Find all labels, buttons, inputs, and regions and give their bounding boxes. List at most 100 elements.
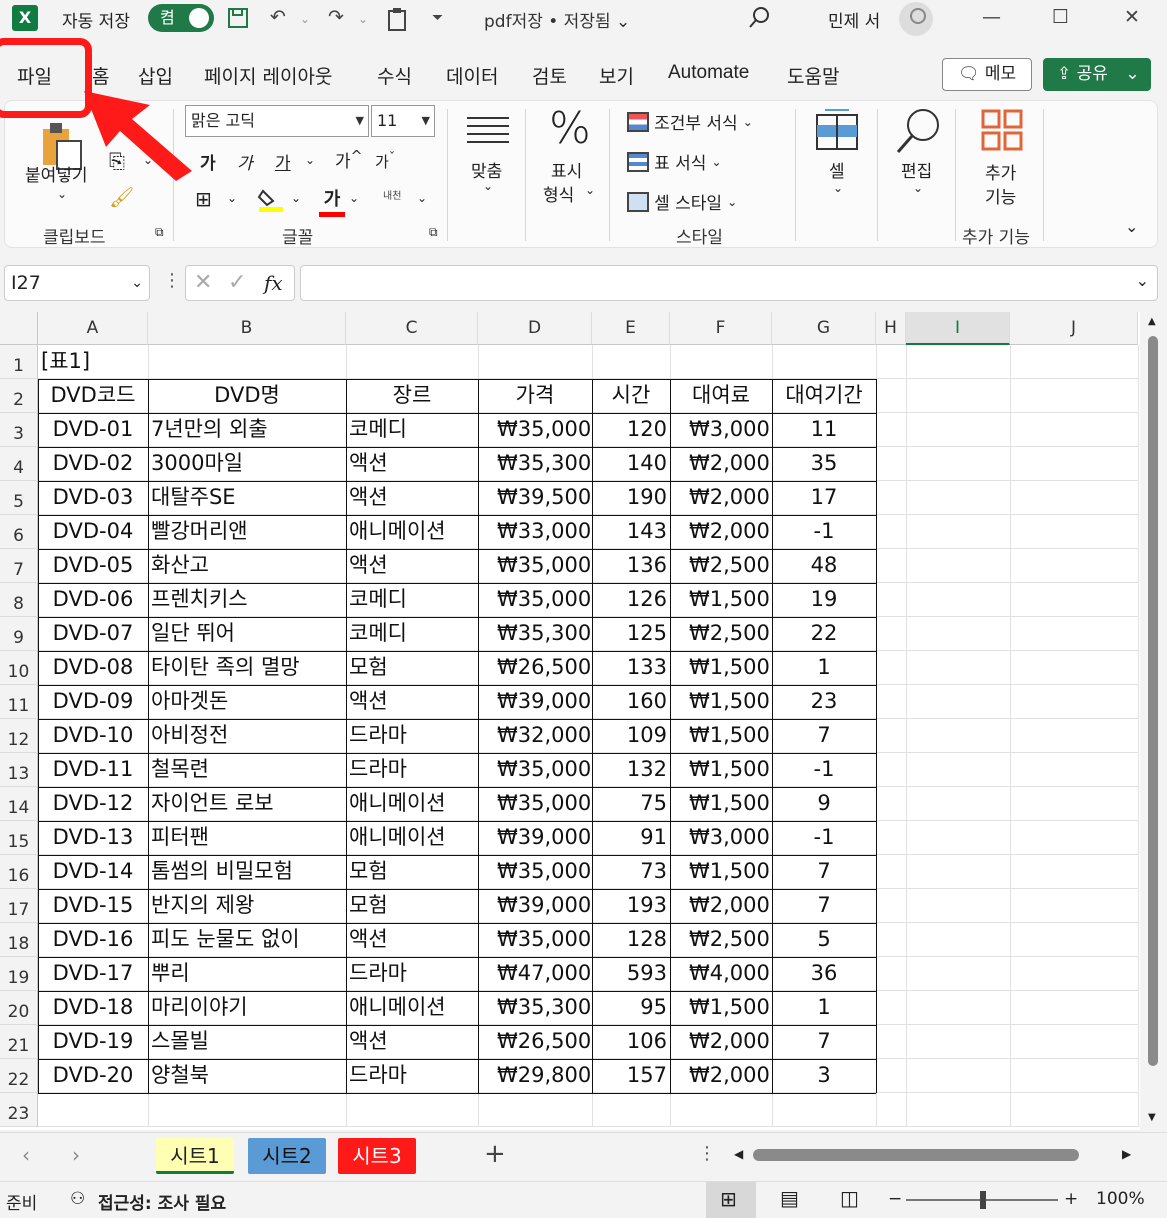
- cell-dvd-name[interactable]: 스몰빌: [148, 1025, 346, 1059]
- format-as-table-button[interactable]: 표 서식 ⌄: [627, 149, 722, 174]
- cell-price[interactable]: ₩35,000: [478, 787, 592, 821]
- cell-genre[interactable]: 액션: [346, 549, 478, 583]
- row-header-17[interactable]: 17: [0, 889, 38, 923]
- fill-color-dropdown-icon[interactable]: ⌄: [291, 191, 301, 205]
- cell-fee[interactable]: ₩1,500: [670, 719, 772, 753]
- table-header-cell[interactable]: 장르: [346, 379, 478, 413]
- cell-dvd-name[interactable]: 7년만의 외출: [148, 413, 346, 447]
- cell-dvd-name[interactable]: 아비정전: [148, 719, 346, 753]
- cell-dvd-name[interactable]: 아마겟돈: [148, 685, 346, 719]
- cell-genre[interactable]: 애니메이션: [346, 787, 478, 821]
- cell-time[interactable]: 120: [592, 413, 670, 447]
- cell-genre[interactable]: 애니메이션: [346, 821, 478, 855]
- cell-fee[interactable]: ₩2,000: [670, 1059, 772, 1093]
- cell-dvd-code[interactable]: DVD-11: [38, 753, 148, 787]
- cell-price[interactable]: ₩35,000: [478, 413, 592, 447]
- row-header-8[interactable]: 8: [0, 583, 38, 617]
- cell-rental-period[interactable]: 7: [772, 889, 876, 923]
- font-color-button[interactable]: 가: [319, 185, 345, 217]
- cell-dvd-code[interactable]: DVD-06: [38, 583, 148, 617]
- row-header-21[interactable]: 21: [0, 1025, 38, 1059]
- cell-dvd-code[interactable]: DVD-16: [38, 923, 148, 957]
- cell-price[interactable]: ₩26,500: [478, 1025, 592, 1059]
- font-size-select[interactable]: 11 ▼: [371, 105, 435, 137]
- row-header-14[interactable]: 14: [0, 787, 38, 821]
- cell-dvd-name[interactable]: 철목련: [148, 753, 346, 787]
- clipboard-launcher-icon[interactable]: ⧉: [155, 225, 164, 240]
- column-header-b[interactable]: B: [148, 312, 346, 345]
- tab-page-layout[interactable]: 페이지 레이아웃: [204, 62, 332, 89]
- insert-function-icon[interactable]: fx: [264, 271, 283, 295]
- table-header-cell[interactable]: DVD코드: [38, 379, 148, 413]
- column-header-f[interactable]: F: [670, 312, 772, 345]
- cell-rental-period[interactable]: 1: [772, 651, 876, 685]
- cell-time[interactable]: 193: [592, 889, 670, 923]
- redo-icon[interactable]: ↷: [328, 6, 344, 28]
- cell-time[interactable]: 106: [592, 1025, 670, 1059]
- cell-dvd-code[interactable]: DVD-18: [38, 991, 148, 1025]
- editing-label[interactable]: 편집: [901, 157, 932, 182]
- cell-genre[interactable]: 드라마: [346, 957, 478, 991]
- cells-label[interactable]: 셀: [829, 157, 845, 182]
- normal-view-button[interactable]: ⊞: [706, 1182, 756, 1218]
- borders-dropdown-icon[interactable]: ⌄: [227, 191, 237, 205]
- cell-dvd-name[interactable]: 대탈주SE: [148, 481, 346, 515]
- save-icon[interactable]: [226, 6, 252, 37]
- formula-bar-options-icon[interactable]: ⋮: [163, 270, 181, 291]
- cell-dvd-name[interactable]: 반지의 제왕: [148, 889, 346, 923]
- cell-price[interactable]: ₩26,500: [478, 651, 592, 685]
- cell-rental-period[interactable]: 48: [772, 549, 876, 583]
- cell-fee[interactable]: ₩1,500: [670, 685, 772, 719]
- cell-rental-period[interactable]: 19: [772, 583, 876, 617]
- formula-input[interactable]: ⌄: [300, 265, 1158, 301]
- row-header-1[interactable]: 1: [0, 345, 38, 379]
- cell-genre[interactable]: 액션: [346, 481, 478, 515]
- zoom-in-icon[interactable]: +: [1064, 1189, 1078, 1209]
- cell-time[interactable]: 136: [592, 549, 670, 583]
- cell-genre[interactable]: 코메디: [346, 583, 478, 617]
- table-header-cell[interactable]: 시간: [592, 379, 670, 413]
- cell-fee[interactable]: ₩1,500: [670, 991, 772, 1025]
- cell-time[interactable]: 190: [592, 481, 670, 515]
- row-header-7[interactable]: 7: [0, 549, 38, 583]
- cell-genre[interactable]: 드라마: [346, 1059, 478, 1093]
- font-color-dropdown-icon[interactable]: ⌄: [349, 191, 359, 205]
- cell-dvd-code[interactable]: DVD-17: [38, 957, 148, 991]
- addins-label-2[interactable]: 기능: [985, 183, 1016, 208]
- cell-fee[interactable]: ₩2,500: [670, 617, 772, 651]
- cells-dropdown-icon[interactable]: ⌄: [833, 181, 843, 195]
- cell-fee[interactable]: ₩2,000: [670, 889, 772, 923]
- borders-icon[interactable]: ⊞: [195, 187, 212, 211]
- table-header-cell[interactable]: 가격: [478, 379, 592, 413]
- number-format-label-2[interactable]: 형식: [543, 181, 574, 206]
- comments-button[interactable]: 🗨 메모: [942, 58, 1032, 91]
- cell-dvd-code[interactable]: DVD-10: [38, 719, 148, 753]
- row-header-13[interactable]: 13: [0, 753, 38, 787]
- column-header-j[interactable]: J: [1010, 312, 1138, 345]
- cell-fee[interactable]: ₩1,500: [670, 753, 772, 787]
- cell-dvd-name[interactable]: 피도 눈물도 없이: [148, 923, 346, 957]
- cell-fee[interactable]: ₩3,000: [670, 413, 772, 447]
- next-sheet-icon[interactable]: ›: [72, 1143, 80, 1167]
- cell-genre[interactable]: 드라마: [346, 753, 478, 787]
- search-icon[interactable]: [748, 6, 770, 35]
- format-painter-icon[interactable]: 🖌: [109, 185, 134, 209]
- cell-dvd-code[interactable]: DVD-01: [38, 413, 148, 447]
- addins-icon[interactable]: [981, 109, 1023, 155]
- font-launcher-icon[interactable]: ⧉: [429, 225, 438, 240]
- clipboard-icon[interactable]: [386, 6, 410, 37]
- scroll-down-icon[interactable]: ▼: [1148, 1112, 1156, 1123]
- column-header-h[interactable]: H: [876, 312, 906, 345]
- cell-time[interactable]: 75: [592, 787, 670, 821]
- zoom-slider-thumb[interactable]: [980, 1191, 986, 1209]
- cell-time[interactable]: 160: [592, 685, 670, 719]
- cell-styles-button[interactable]: 셀 스타일 ⌄: [627, 189, 737, 214]
- cell-genre[interactable]: 코메디: [346, 413, 478, 447]
- cell-fee[interactable]: ₩1,500: [670, 651, 772, 685]
- row-header-11[interactable]: 11: [0, 685, 38, 719]
- cell-dvd-name[interactable]: 자이언트 로보: [148, 787, 346, 821]
- cell-dvd-code[interactable]: DVD-19: [38, 1025, 148, 1059]
- cell-dvd-code[interactable]: DVD-08: [38, 651, 148, 685]
- editing-search-icon[interactable]: [895, 107, 943, 159]
- editing-dropdown-icon[interactable]: ⌄: [913, 181, 923, 195]
